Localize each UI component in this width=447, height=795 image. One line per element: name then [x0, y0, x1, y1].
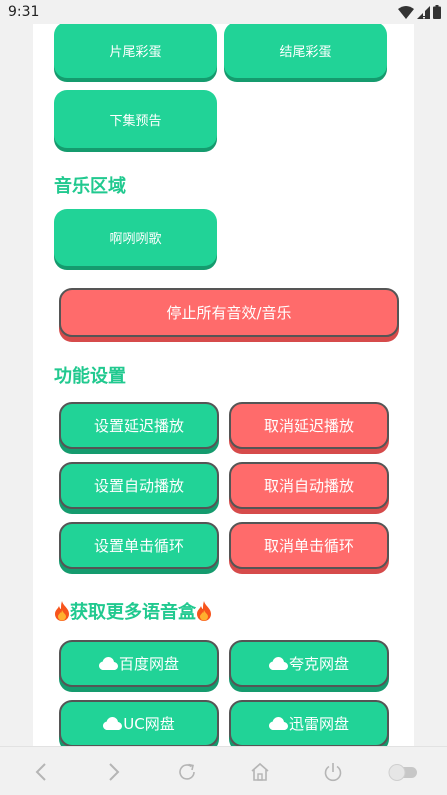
baidu-pan-button[interactable]: 百度网盘: [59, 640, 219, 687]
set-autoplay-button[interactable]: 设置自动播放: [59, 462, 219, 509]
power-icon: [324, 763, 342, 782]
status-icons: [398, 3, 441, 21]
uc-pan-label: UC网盘: [123, 715, 175, 733]
back-button[interactable]: [28, 759, 54, 785]
home-icon: [251, 762, 269, 781]
set-loop-button[interactable]: 设置单击循环: [59, 522, 219, 569]
fire-icon: [55, 601, 69, 621]
cloud-icon: [98, 657, 118, 670]
uc-pan-button[interactable]: UC网盘: [59, 700, 219, 746]
cloud-icon: [268, 657, 288, 670]
status-bar: 9:31: [0, 0, 447, 24]
next-episode-button[interactable]: 下集预告: [54, 90, 217, 148]
cloud-icon: [103, 717, 123, 730]
wifi-icon: [398, 5, 414, 19]
status-time: 9:31: [8, 4, 40, 20]
signal-icon: [417, 5, 430, 19]
cloud-icon: [268, 717, 288, 730]
xunlei-pan-button[interactable]: 迅雷网盘: [229, 700, 389, 746]
browser-nav-bar: [0, 746, 447, 795]
jiewei-caidan-button[interactable]: 结尾彩蛋: [224, 24, 387, 78]
home-button[interactable]: [247, 759, 273, 785]
baidu-pan-label: 百度网盘: [118, 655, 179, 673]
content-card: 片尾彩蛋 结尾彩蛋 下集预告 音乐区域 啊咧咧歌 停止所有音效/音乐 功能设置 …: [33, 24, 414, 746]
power-button[interactable]: [320, 759, 346, 785]
cancel-loop-button[interactable]: 取消单击循环: [229, 522, 389, 569]
fire-icon: [197, 601, 211, 621]
quark-pan-label: 夸克网盘: [288, 655, 349, 673]
music-section-title: 音乐区域: [54, 176, 126, 197]
xunlei-pan-label: 迅雷网盘: [288, 715, 349, 733]
more-section-title: 获取更多语音盒: [54, 598, 212, 624]
quark-pan-button[interactable]: 夸克网盘: [229, 640, 389, 687]
song-button[interactable]: 啊咧咧歌: [54, 209, 217, 266]
cancel-delay-button[interactable]: 取消延迟播放: [229, 402, 389, 449]
pianwei-caidan-button[interactable]: 片尾彩蛋: [54, 24, 217, 78]
set-delay-button[interactable]: 设置延迟播放: [59, 402, 219, 449]
toggle-icon: [388, 764, 417, 781]
theme-toggle[interactable]: [386, 759, 420, 785]
battery-icon: [433, 5, 441, 19]
more-section-label: 获取更多语音盒: [70, 602, 196, 623]
refresh-button[interactable]: [174, 759, 200, 785]
forward-button[interactable]: [101, 759, 127, 785]
cancel-autoplay-button[interactable]: 取消自动播放: [229, 462, 389, 509]
stop-all-button[interactable]: 停止所有音效/音乐: [59, 288, 399, 337]
forward-icon: [109, 763, 120, 781]
refresh-icon: [179, 763, 195, 780]
settings-section-title: 功能设置: [54, 366, 126, 387]
back-icon: [35, 763, 46, 781]
